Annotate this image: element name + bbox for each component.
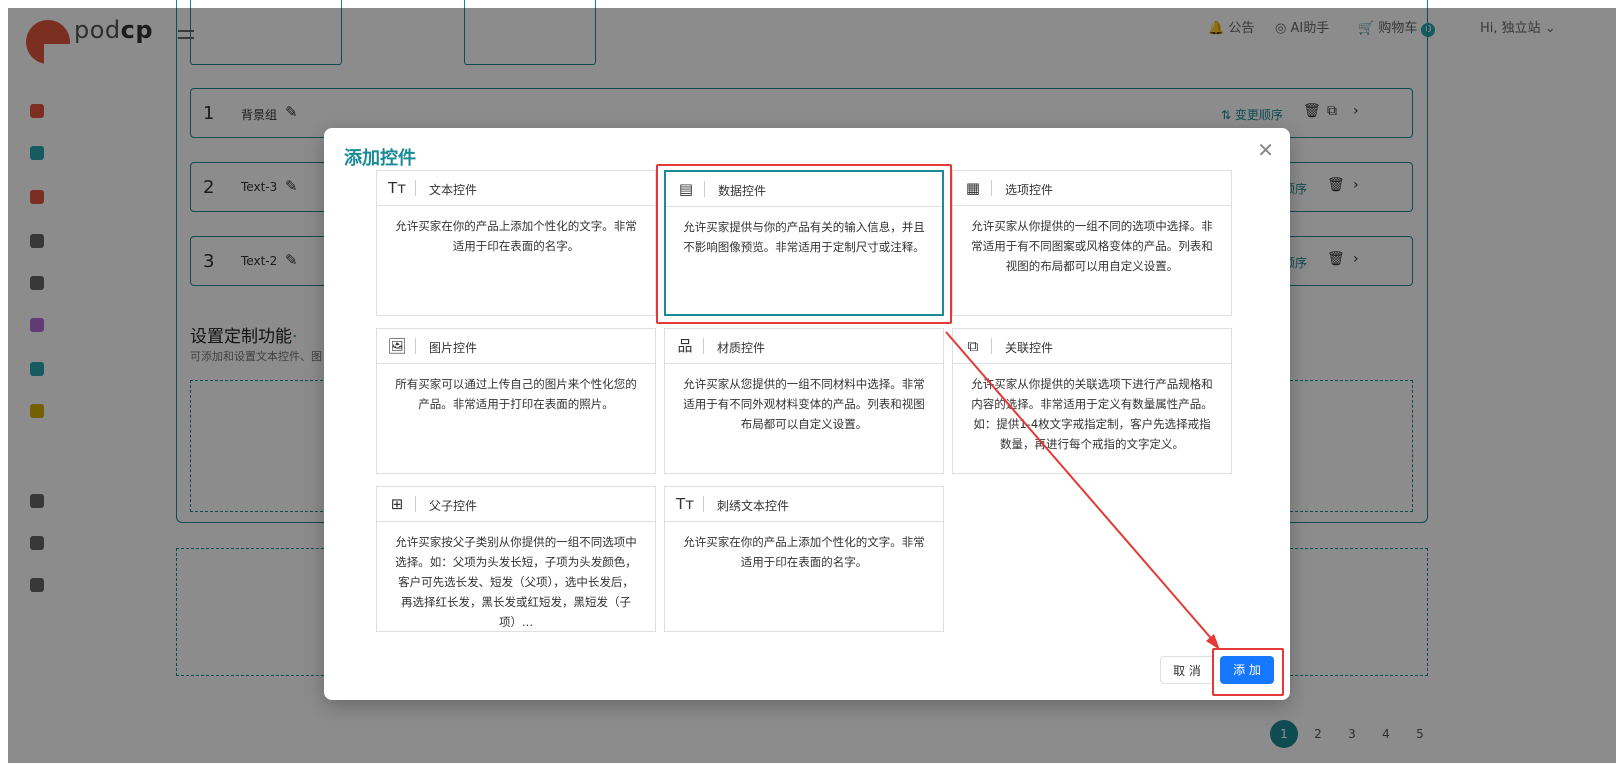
card-description: 允许买家按父子类别从你提供的一组不同选项中选择。如：父项为头发长短，子项为头发颜… — [395, 535, 637, 629]
card-description: 允许买家在你的产品上添加个性化的文字。非常适用于印在表面的名字。 — [683, 535, 925, 569]
control-card-data[interactable]: ▤ 数据控件 允许买家提供与你的产品有关的输入信息，并且不影响图像预览。非常适用… — [664, 170, 944, 316]
card-description: 允许买家从你提供的关联选项下进行产品规格和内容的选择。非常适用于定义有数量属性产… — [971, 377, 1213, 451]
embroidery-text-icon: Tт — [676, 495, 694, 513]
parent-child-icon: ⊞ — [390, 495, 404, 513]
card-description: 允许买家从您提供的一组不同材料中选择。非常适用于有不同外观材料变体的产品。列表和… — [683, 377, 925, 431]
card-description: 允许买家从你提供的一组不同的选项中选择。非常适用于有不同图案或风格变体的产品。列… — [971, 219, 1213, 273]
text-icon: Tт — [388, 179, 406, 197]
options-icon: ▦ — [965, 179, 981, 197]
close-icon[interactable]: ✕ — [1257, 140, 1274, 160]
material-icon: 品 — [677, 337, 693, 355]
control-card-text[interactable]: Tт 文本控件 允许买家在你的产品上添加个性化的文字。非常适用于印在表面的名字。 — [376, 170, 656, 316]
control-card-material[interactable]: 品 材质控件 允许买家从您提供的一组不同材料中选择。非常适用于有不同外观材料变体… — [664, 328, 944, 474]
control-card-options[interactable]: ▦ 选项控件 允许买家从你提供的一组不同的选项中选择。非常适用于有不同图案或风格… — [952, 170, 1232, 316]
data-icon: ▤ — [678, 180, 694, 198]
link-icon: ⧉ — [967, 337, 979, 355]
card-description: 允许买家在你的产品上添加个性化的文字。非常适用于印在表面的名字。 — [395, 219, 637, 253]
add-control-dialog: 添加控件 ✕ Tт 文本控件 允许买家在你的产品上添加个性化的文字。非常适用于印… — [324, 128, 1290, 700]
add-button[interactable]: 添 加 — [1220, 656, 1274, 684]
control-card-parent-child[interactable]: ⊞ 父子控件 允许买家按父子类别从你提供的一组不同选项中选择。如：父项为头发长短… — [376, 486, 656, 632]
control-card-embroidery-text[interactable]: Tт 刺绣文本控件 允许买家在你的产品上添加个性化的文字。非常适用于印在表面的名… — [664, 486, 944, 632]
control-card-link[interactable]: ⧉ 关联控件 允许买家从你提供的关联选项下进行产品规格和内容的选择。非常适用于定… — [952, 328, 1232, 474]
dialog-title: 添加控件 — [344, 148, 416, 169]
image-icon: 🖼 — [387, 337, 407, 355]
cancel-button[interactable]: 取 消 — [1160, 656, 1214, 684]
card-description: 所有买家可以通过上传自己的图片来个性化您的产品。非常适用于打印在表面的照片。 — [395, 377, 637, 411]
control-card-image[interactable]: 🖼 图片控件 所有买家可以通过上传自己的图片来个性化您的产品。非常适用于打印在表… — [376, 328, 656, 474]
card-description: 允许买家提供与你的产品有关的输入信息，并且不影响图像预览。非常适用于定制尺寸或注… — [683, 220, 925, 254]
